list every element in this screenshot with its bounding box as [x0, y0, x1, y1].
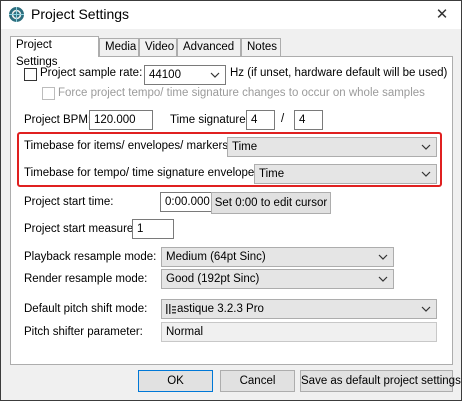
tab-label: Video [145, 41, 175, 53]
render-resample-value: Good (192pt Sinc) [166, 273, 260, 285]
sample-rate-hint: Hz (if unset, hardware default will be u… [230, 67, 448, 79]
set-to-edit-cursor-button[interactable]: Set 0:00 to edit cursor [211, 192, 331, 214]
time-signature-denominator[interactable]: 4 [294, 110, 323, 130]
sample-rate-select[interactable]: 44100 [144, 65, 226, 85]
bpm-label: Project BPM: [24, 114, 92, 126]
start-measure-input[interactable]: 1 [132, 219, 174, 239]
chevron-down-icon [210, 72, 220, 78]
sample-rate-value: 44100 [149, 69, 181, 81]
time-signature-numerator[interactable]: 4 [246, 110, 275, 130]
title-bar: Project Settings ✕ [1, 1, 461, 29]
pitch-param-field[interactable]: Normal [161, 322, 437, 342]
timebase-tempo-label: Timebase for tempo/ time signature envel… [24, 167, 258, 179]
force-whole-samples-label: Force project tempo/ time signature chan… [58, 87, 425, 99]
playback-resample-select[interactable]: Medium (64pt Sinc) [161, 247, 394, 267]
project-settings-panel: Project sample rate: 44100 Hz (if unset,… [10, 56, 453, 365]
chevron-down-icon [378, 276, 388, 282]
cancel-button[interactable]: Cancel [220, 370, 295, 392]
pitch-shift-label: Default pitch shift mode: [24, 303, 148, 315]
close-button[interactable]: ✕ [427, 2, 457, 27]
timebase-items-value: Time [232, 141, 258, 153]
tab-label: Media [105, 41, 137, 53]
bpm-input[interactable]: 120.000 [89, 110, 153, 130]
reaper-icon [9, 7, 24, 22]
force-whole-samples-checkbox[interactable] [42, 87, 55, 100]
timebase-tempo-value: Time [259, 168, 285, 180]
chevron-down-icon [378, 254, 388, 260]
project-settings-window: Project Settings ✕ Project Settings Medi… [0, 0, 462, 401]
chevron-down-icon [421, 171, 431, 177]
window-title: Project Settings [31, 6, 130, 22]
time-signature-separator: / [281, 113, 285, 125]
elastique-icon [166, 304, 176, 314]
save-as-default-button[interactable]: Save as default project settings [300, 370, 461, 392]
playback-resample-value: Medium (64pt Sinc) [166, 251, 266, 263]
pitch-shift-value: astique 3.2.3 Pro [177, 303, 264, 315]
pitch-param-label: Pitch shifter parameter: [24, 326, 143, 338]
tab-notes[interactable]: Notes [241, 38, 281, 56]
start-measure-label: Project start measure: [24, 223, 137, 235]
playback-resample-label: Playback resample mode: [24, 251, 157, 263]
timebase-tempo-select[interactable]: Time [254, 164, 437, 184]
timebase-items-select[interactable]: Time [227, 137, 437, 157]
tab-label: Project Settings [16, 39, 58, 68]
ok-button[interactable]: OK [138, 370, 213, 392]
tab-media[interactable]: Media [99, 38, 139, 56]
tab-label: Notes [247, 41, 278, 53]
render-resample-label: Render resample mode: [24, 273, 148, 285]
pitch-shift-select[interactable]: astique 3.2.3 Pro [161, 299, 437, 319]
tab-project-settings[interactable]: Project Settings [10, 36, 99, 68]
render-resample-select[interactable]: Good (192pt Sinc) [161, 269, 394, 289]
tab-video[interactable]: Video [139, 38, 177, 56]
chevron-down-icon [421, 306, 431, 312]
tab-advanced[interactable]: Advanced [177, 38, 241, 56]
chevron-down-icon [421, 144, 431, 150]
close-icon: ✕ [435, 6, 449, 23]
start-time-label: Project start time: [24, 196, 114, 208]
tab-label: Advanced [183, 41, 235, 53]
timebase-items-label: Timebase for items/ envelopes/ markers: [24, 140, 232, 152]
time-signature-label: Time signature [170, 114, 246, 126]
